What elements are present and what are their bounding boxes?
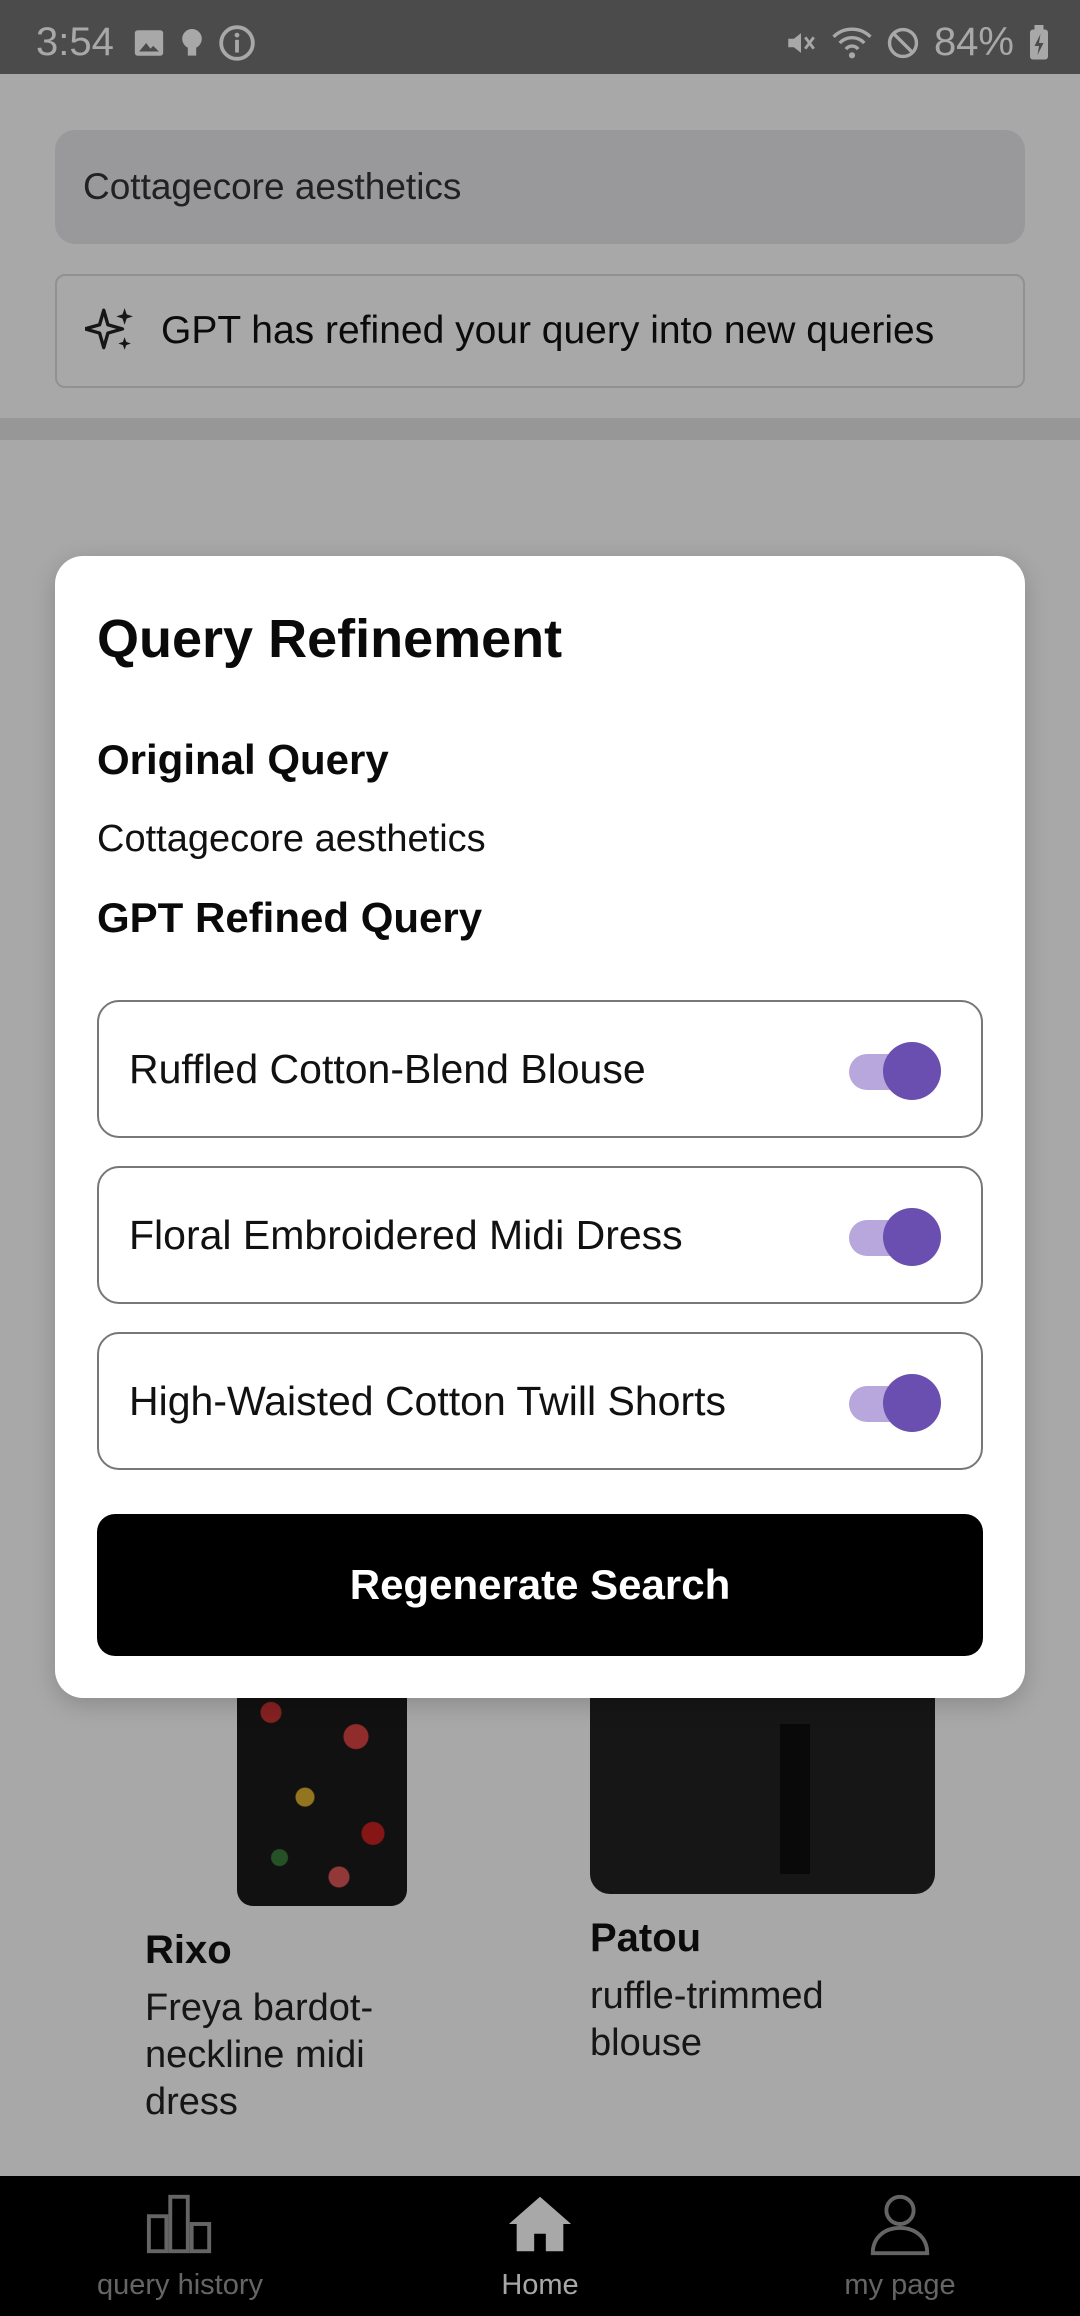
toggle-thumb [883,1374,941,1432]
regenerate-search-button[interactable]: Regenerate Search [97,1514,983,1656]
query-refinement-dialog: Query Refinement Original Query Cottagec… [55,556,1025,1698]
toggle-thumb [883,1208,941,1266]
refined-query-label: Floral Embroidered Midi Dress [129,1211,683,1258]
dialog-title: Query Refinement [97,609,563,669]
refined-query-toggle[interactable] [849,1206,941,1266]
refined-query-label: High-Waisted Cotton Twill Shorts [129,1377,727,1424]
refined-query-toggle[interactable] [849,1040,941,1100]
toggle-thumb [883,1042,941,1100]
original-query-heading: Original Query [97,736,389,783]
refined-query-item: Ruffled Cotton-Blend Blouse [97,1000,983,1138]
original-query-value: Cottagecore aesthetics [97,818,486,860]
refined-query-label: Ruffled Cotton-Blend Blouse [129,1045,646,1092]
refined-query-item: High-Waisted Cotton Twill Shorts [97,1332,983,1470]
refined-query-toggle[interactable] [849,1372,941,1432]
refined-query-heading: GPT Refined Query [97,894,483,941]
refined-query-item: Floral Embroidered Midi Dress [97,1166,983,1304]
